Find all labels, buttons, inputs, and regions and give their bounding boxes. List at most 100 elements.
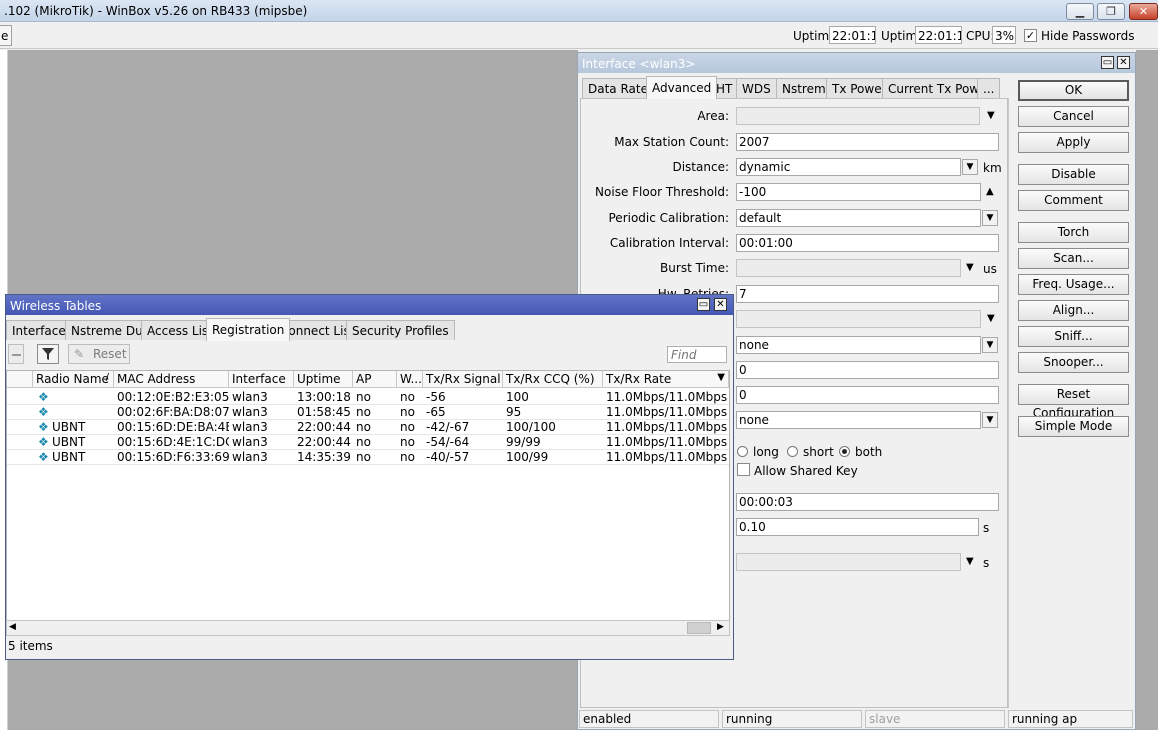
scroll-right-icon[interactable]: ▶	[717, 622, 724, 632]
row17-field[interactable]: 0.10	[736, 518, 979, 536]
row12-field[interactable]: 0	[736, 386, 999, 404]
table-row[interactable]: ❖ UBNT 00:15:6D:4E:1C:DC wlan3 22:00:44 no no -…	[7, 435, 729, 450]
distance-field[interactable]: dynamic	[736, 158, 961, 176]
row10-dropdown-icon[interactable]: ▼	[982, 337, 998, 353]
area-dropdown-icon[interactable]: ▼	[987, 110, 995, 121]
burst-time-dropdown-icon[interactable]: ▼	[966, 262, 974, 273]
interface-window-close-button[interactable]: ✕	[1117, 56, 1130, 69]
torch-button[interactable]: Torch	[1018, 222, 1129, 243]
calibration-interval-field[interactable]: 00:01:00	[736, 234, 999, 252]
remove-button[interactable]	[8, 344, 24, 364]
table-row[interactable]: ❖ 00:02:6F:BA:D8:07 wlan3 01:58:45 no no -65 95…	[7, 405, 729, 420]
row9-field[interactable]	[736, 310, 981, 328]
cpu-value: 3%	[992, 26, 1016, 44]
disable-button[interactable]: Disable	[1018, 164, 1129, 185]
column-header-tx-rx-signal[interactable]: Tx/Rx Signal ...	[423, 371, 503, 388]
tab-advanced[interactable]: Advanced	[646, 76, 718, 99]
column-header-icon[interactable]	[7, 371, 33, 388]
reset-counters-button[interactable]: ✎ Reset	[68, 344, 130, 364]
freq-usage-button[interactable]: Freq. Usage...	[1018, 274, 1129, 295]
table-row[interactable]: ❖ UBNT 00:15:6D:F6:33:69 wlan3 14:35:39 no no -…	[7, 450, 729, 465]
horizontal-scrollbar[interactable]: ◀ ▶	[6, 620, 730, 636]
row11-field[interactable]: 0	[736, 361, 999, 379]
column-header-ap[interactable]: AP	[353, 371, 397, 388]
table-cell: wlan3	[232, 390, 268, 404]
interface-window-title: Interface <wlan3>	[582, 57, 696, 71]
periodic-calibration-dropdown-icon[interactable]: ▼	[982, 210, 998, 226]
max-station-count-field[interactable]: 2007	[736, 133, 999, 151]
sniff-button[interactable]: Sniff...	[1018, 326, 1129, 347]
tab-more[interactable]: ...	[977, 78, 1001, 98]
periodic-calibration-field[interactable]: default	[736, 209, 981, 227]
column-header-tx-rx-rate[interactable]: Tx/Rx Rate ▼	[603, 371, 729, 388]
allow-shared-key-checkbox[interactable]	[737, 463, 750, 476]
align-button[interactable]: Align...	[1018, 300, 1129, 321]
filter-button[interactable]	[37, 344, 59, 364]
table-cell: -40/-57	[426, 450, 470, 464]
close-button[interactable]: ✕	[1129, 3, 1158, 20]
tab-registration[interactable]: Registration	[206, 318, 291, 341]
table-row[interactable]: ❖ 00:12:0E:B2:E3:05 wlan3 13:00:18 no no -56 10…	[7, 390, 729, 405]
periodic-calibration-label: Periodic Calibration:	[608, 211, 730, 225]
column-header-tx-rx-ccq[interactable]: Tx/Rx CCQ (%)	[503, 371, 603, 388]
noise-floor-label: Noise Floor Threshold:	[595, 185, 729, 199]
burst-time-field[interactable]	[736, 259, 961, 277]
interface-window-titlebar: Interface <wlan3> ▭ ✕	[578, 53, 1135, 73]
snooper-button[interactable]: Snooper...	[1018, 352, 1129, 373]
scan-button[interactable]: Scan...	[1018, 248, 1129, 269]
columns-dropdown-icon[interactable]: ▼	[717, 372, 725, 383]
find-input[interactable]	[667, 346, 727, 363]
hw-retries-field[interactable]: 7	[736, 285, 999, 303]
row16-field[interactable]: 00:00:03	[736, 493, 999, 511]
buttons-divider	[1008, 98, 1009, 708]
tab-security-profiles[interactable]: Security Profiles	[346, 320, 455, 340]
preamble-both-radio[interactable]	[839, 446, 850, 457]
hide-passwords-checkbox[interactable]: ✓	[1024, 29, 1037, 42]
row18-field[interactable]	[736, 553, 961, 571]
reset-configuration-button[interactable]: Reset Configuration	[1018, 384, 1129, 420]
column-header-wds[interactable]: W...	[397, 371, 423, 388]
column-header-mac-address[interactable]: MAC Address	[114, 371, 229, 388]
wireless-tabs: Interfaces Nstreme Dual Access List Regi…	[6, 318, 733, 341]
maximize-button[interactable]: ❐	[1097, 3, 1125, 20]
table-cell: wlan3	[232, 435, 268, 449]
row13-field[interactable]: none	[736, 411, 981, 429]
preamble-both-label: both	[855, 445, 883, 459]
apply-button[interactable]: Apply	[1018, 132, 1129, 153]
interface-tabs: Data Rates Advanced HT WDS Nstreme Tx Po…	[580, 76, 1008, 99]
table-cell: UBNT	[52, 435, 86, 449]
row10-field[interactable]: none	[736, 336, 981, 354]
minimize-button[interactable]: ▁	[1066, 3, 1094, 20]
noise-floor-field[interactable]: -100	[736, 183, 981, 201]
wireless-tables-close-button[interactable]: ✕	[714, 298, 727, 311]
cancel-button[interactable]: Cancel	[1018, 106, 1129, 127]
preamble-short-radio[interactable]	[787, 446, 798, 457]
simple-mode-button[interactable]: Simple Mode	[1018, 416, 1129, 437]
item-count: 5 items	[8, 639, 53, 653]
minus-icon	[12, 354, 21, 356]
table-row[interactable]: ❖ UBNT 00:15:6D:DE:BA:4E wlan3 22:00:44 no no -…	[7, 420, 729, 435]
comment-button[interactable]: Comment	[1018, 190, 1129, 211]
area-field[interactable]	[736, 107, 980, 125]
column-header-uptime[interactable]: Uptime	[294, 371, 353, 388]
distance-unit: km	[983, 161, 1002, 175]
tab-wds[interactable]: WDS	[736, 78, 777, 98]
preamble-long-radio[interactable]	[737, 446, 748, 457]
column-header-radio-name[interactable]: Radio Name /	[33, 371, 114, 388]
noise-floor-collapse-icon[interactable]: ▲	[986, 186, 994, 197]
wireless-tables-maximize-button[interactable]: ▭	[697, 298, 710, 311]
row18-dropdown-icon[interactable]: ▼	[966, 556, 974, 567]
hide-passwords-label: Hide Passwords	[1041, 29, 1135, 43]
column-header-interface[interactable]: Interface	[229, 371, 294, 388]
scroll-left-icon[interactable]: ◀	[9, 622, 16, 632]
interface-window-maximize-button[interactable]: ▭	[1101, 56, 1114, 69]
ok-button[interactable]: OK	[1018, 80, 1129, 101]
distance-dropdown-icon[interactable]: ▼	[962, 159, 978, 175]
row13-dropdown-icon[interactable]: ▼	[982, 412, 998, 428]
row9-dropdown-icon[interactable]: ▼	[987, 313, 995, 324]
toolbar-left-button[interactable]: e	[0, 25, 12, 46]
burst-time-label: Burst Time:	[660, 261, 729, 275]
table-cell: 00:02:6F:BA:D8:07	[117, 405, 229, 419]
wireless-tables-title: Wireless Tables	[10, 299, 102, 313]
scrollbar-thumb[interactable]	[687, 622, 711, 634]
